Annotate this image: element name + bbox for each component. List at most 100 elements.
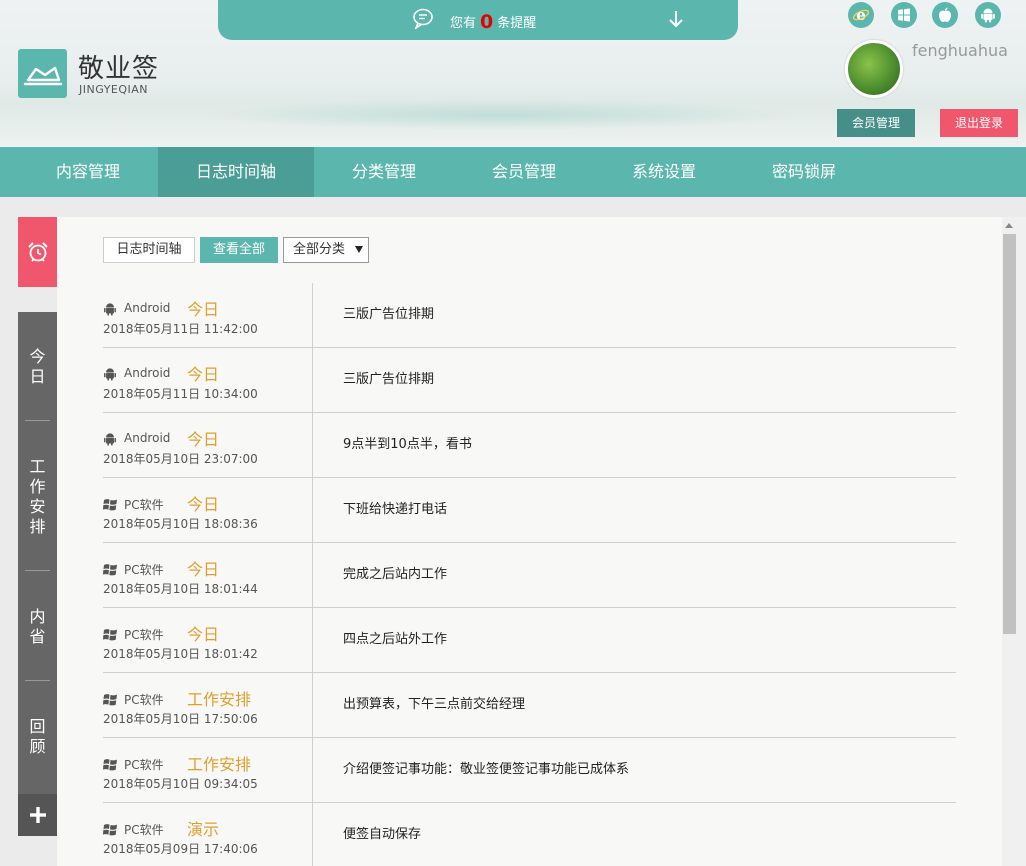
sidebar-item-reflect[interactable]: 内省 xyxy=(18,607,57,647)
arrow-down-icon[interactable] xyxy=(667,9,685,29)
row-divider xyxy=(312,673,313,738)
notice-text: 您有 0 条提醒 xyxy=(450,10,536,33)
nav-member-management[interactable]: 会员管理 xyxy=(454,147,594,197)
row-platform: PC软件 xyxy=(124,693,164,707)
windows-icon xyxy=(103,692,117,706)
row-platform: Android xyxy=(124,366,171,380)
alarm-clock-icon xyxy=(27,242,48,262)
row-content[interactable]: 三版广告位排期 xyxy=(343,368,434,387)
notice-bar[interactable]: 您有 0 条提醒 xyxy=(218,0,738,40)
nav-category-management[interactable]: 分类管理 xyxy=(314,147,454,197)
ie-icon[interactable]: e xyxy=(848,2,874,28)
row-time: 2018年05月10日 09:34:05 xyxy=(103,777,258,791)
row-divider xyxy=(312,478,313,543)
row-platform: PC软件 xyxy=(124,628,164,642)
row-content[interactable]: 9点半到10点半，看书 xyxy=(343,433,472,452)
timeline-row[interactable]: Android 今日 2018年05月10日 23:07:00 9点半到10点半，看书 xyxy=(103,413,956,478)
nav-content-management[interactable]: 内容管理 xyxy=(18,147,158,197)
row-platform: PC软件 xyxy=(124,498,164,512)
row-divider xyxy=(312,283,313,348)
row-divider xyxy=(312,413,313,478)
header-background xyxy=(200,100,800,130)
windows-icon xyxy=(103,497,117,511)
sidebar-item-work[interactable]: 工作安排 xyxy=(18,457,57,537)
row-category[interactable]: 今日 xyxy=(187,361,219,385)
windows-icon xyxy=(103,627,117,641)
row-category[interactable]: 今日 xyxy=(187,621,219,645)
row-divider xyxy=(312,738,313,803)
android-icon[interactable] xyxy=(975,2,1001,28)
row-category[interactable]: 今日 xyxy=(187,426,219,450)
row-platform: PC软件 xyxy=(124,563,164,577)
timeline-list: Android 今日 2018年05月11日 11:42:00 三版广告位排期 Andr… xyxy=(103,283,956,866)
row-content[interactable]: 介绍便签记事功能：敬业签便签记事功能已成体系 xyxy=(343,758,629,777)
logout-button[interactable]: 退出登录 xyxy=(940,109,1018,137)
add-category-button[interactable] xyxy=(18,794,57,836)
plus-icon xyxy=(29,807,46,823)
timeline-row[interactable]: PC软件 今日 2018年05月10日 18:01:42 四点之后站外工作 xyxy=(103,608,956,673)
logo xyxy=(18,49,67,98)
row-divider xyxy=(312,803,313,866)
category-select-value: 全部分类 xyxy=(293,242,346,257)
main-nav: 内容管理 日志时间轴 分类管理 会员管理 系统设置 密码锁屏 xyxy=(0,147,1026,197)
nav-system-settings[interactable]: 系统设置 xyxy=(594,147,734,197)
windows-icon xyxy=(103,757,117,771)
row-category[interactable]: 今日 xyxy=(187,491,219,515)
row-time: 2018年05月11日 11:42:00 xyxy=(103,322,258,336)
row-content[interactable]: 三版广告位排期 xyxy=(343,303,434,322)
row-platform: PC软件 xyxy=(124,823,164,837)
notice-prefix: 您有 xyxy=(450,16,477,31)
row-content[interactable]: 出预算表，下午三点前交给经理 xyxy=(343,693,525,712)
windows-icon xyxy=(103,562,117,576)
alarm-button[interactable] xyxy=(18,217,57,287)
row-category[interactable]: 工作安排 xyxy=(187,751,251,775)
category-select[interactable]: 全部分类 xyxy=(283,237,369,263)
svg-text:e: e xyxy=(856,6,866,24)
row-content[interactable]: 完成之后站内工作 xyxy=(343,563,447,582)
scrollbar[interactable] xyxy=(1002,217,1026,866)
scrollbar-thumb[interactable] xyxy=(1003,234,1016,634)
nav-log-timeline[interactable]: 日志时间轴 xyxy=(158,147,314,197)
row-category[interactable]: 今日 xyxy=(187,556,219,580)
row-divider xyxy=(312,348,313,413)
row-category[interactable]: 演示 xyxy=(187,816,219,840)
timeline-row[interactable]: PC软件 今日 2018年05月10日 18:08:36 下班给快递打电话 xyxy=(103,478,956,543)
timeline-row[interactable]: Android 今日 2018年05月11日 11:42:00 三版广告位排期 xyxy=(103,283,956,348)
timeline-row[interactable]: Android 今日 2018年05月11日 10:34:00 三版广告位排期 xyxy=(103,348,956,413)
brand-name: 敬业签 xyxy=(78,54,160,84)
apple-icon[interactable] xyxy=(932,2,958,28)
row-content[interactable]: 下班给快递打电话 xyxy=(343,498,447,517)
row-time: 2018年05月10日 17:50:06 xyxy=(103,712,258,726)
windows-icon xyxy=(103,822,117,836)
view-all-button[interactable]: 查看全部 xyxy=(200,237,278,263)
timeline-filter-button[interactable]: 日志时间轴 xyxy=(103,237,195,263)
avatar[interactable] xyxy=(845,40,903,98)
row-content[interactable]: 四点之后站外工作 xyxy=(343,628,447,647)
timeline-row[interactable]: PC软件 今日 2018年05月10日 18:01:44 完成之后站内工作 xyxy=(103,543,956,608)
username: fenghuahua xyxy=(912,41,1008,60)
timeline-row[interactable]: PC软件 工作安排 2018年05月10日 17:50:06 出预算表，下午三点前交给… xyxy=(103,673,956,738)
android-icon xyxy=(103,302,117,316)
row-time: 2018年05月10日 18:08:36 xyxy=(103,517,258,531)
windows-icon[interactable] xyxy=(891,2,917,28)
timeline-row[interactable]: PC软件 演示 2018年05月09日 17:40:06 便签自动保存 xyxy=(103,803,956,866)
row-category[interactable]: 今日 xyxy=(187,296,219,320)
row-platform: Android xyxy=(124,301,171,315)
timeline-row[interactable]: PC软件 工作安排 2018年05月10日 09:34:05 介绍便签记事功能：敬业签… xyxy=(103,738,956,803)
row-time: 2018年05月10日 18:01:42 xyxy=(103,647,258,661)
caret-down-icon xyxy=(355,246,363,253)
sidebar-item-review[interactable]: 回顾 xyxy=(18,717,57,757)
android-icon xyxy=(103,367,117,381)
brand-subtitle: JINGYEQIAN xyxy=(79,83,149,96)
speech-bubble-icon xyxy=(413,8,433,29)
row-content[interactable]: 便签自动保存 xyxy=(343,823,421,842)
row-category[interactable]: 工作安排 xyxy=(187,686,251,710)
category-sidebar: 今日 工作安排 内省 回顾 xyxy=(18,312,57,794)
sidebar-item-today[interactable]: 今日 xyxy=(18,347,57,387)
sidebar-divider xyxy=(25,570,50,571)
android-icon xyxy=(103,432,117,446)
header: 您有 0 条提醒 e 敬业签 JINGYEQIAN fenghuahua 会员管理 … xyxy=(0,0,1026,147)
nav-password-lock[interactable]: 密码锁屏 xyxy=(734,147,874,197)
member-management-button[interactable]: 会员管理 xyxy=(837,109,915,137)
scroll-up-icon[interactable] xyxy=(1005,223,1013,228)
